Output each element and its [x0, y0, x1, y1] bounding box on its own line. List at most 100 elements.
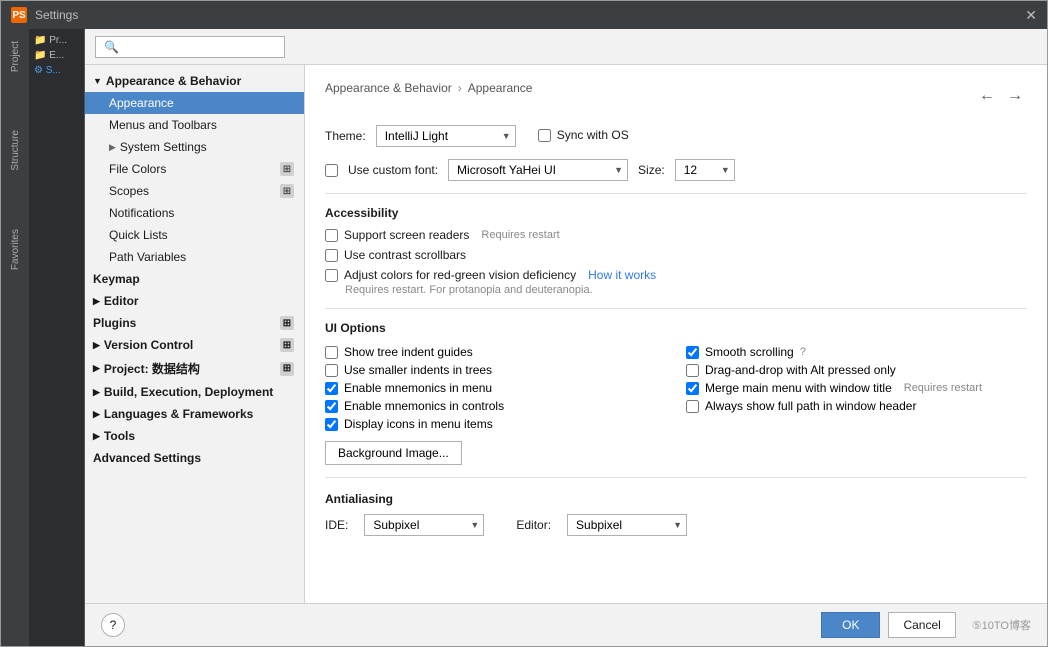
full-path-checkbox[interactable]: [686, 400, 699, 413]
sidebar-project-tab[interactable]: Project: [7, 33, 24, 80]
nav-item-menus-toolbars[interactable]: Menus and Toolbars: [85, 114, 304, 136]
nav-arrow-vc: ▶: [93, 340, 100, 351]
back-button[interactable]: ←: [975, 85, 999, 107]
ide-aa-label: IDE:: [325, 518, 348, 532]
help-button[interactable]: ?: [101, 613, 125, 637]
app-icon: PS: [11, 7, 27, 23]
file-panel: 📁 Pr... 📁 E... ⚙ S...: [29, 29, 85, 646]
sidebar-structure-tab[interactable]: Structure: [7, 122, 24, 179]
title-bar: PS Settings ✕: [1, 1, 1047, 29]
file-panel-item3[interactable]: ⚙ S...: [31, 63, 82, 78]
nav-item-version-control[interactable]: ▶ Version Control ⊞: [85, 334, 304, 356]
nav-item-appearance-behavior[interactable]: ▼ Appearance & Behavior: [85, 70, 304, 92]
nav-item-notifications[interactable]: Notifications: [85, 202, 304, 224]
nav-item-build[interactable]: ▶ Build, Execution, Deployment: [85, 381, 304, 403]
sync-os-checkbox[interactable]: [538, 129, 551, 142]
custom-font-row: Use custom font: Microsoft YaHei UI Size…: [325, 159, 1027, 181]
nav-item-path-variables[interactable]: Path Variables: [85, 246, 304, 268]
nav-arrow-build: ▶: [93, 387, 100, 398]
nav-item-languages[interactable]: ▶ Languages & Frameworks: [85, 403, 304, 425]
color-vision-checkbox[interactable]: [325, 269, 338, 282]
display-icons-row: Display icons in menu items: [325, 415, 666, 433]
mnemonics-menu-checkbox[interactable]: [325, 382, 338, 395]
file-panel-item2[interactable]: 📁 E...: [31, 48, 82, 63]
size-label: Size:: [638, 163, 665, 177]
color-vision-checkbox-row: Adjust colors for red-green vision defic…: [325, 268, 1027, 282]
ui-options-right: Smooth scrolling ? Drag-and-drop with Al…: [686, 343, 1027, 433]
mnemonics-controls-checkbox[interactable]: [325, 400, 338, 413]
nav-item-tools[interactable]: ▶ Tools: [85, 425, 304, 447]
smooth-scrolling-row: Smooth scrolling ?: [686, 343, 1027, 361]
nav-item-editor[interactable]: ▶ Editor: [85, 290, 304, 312]
smooth-scrolling-checkbox[interactable]: [686, 346, 699, 359]
nav-item-advanced-settings[interactable]: Advanced Settings: [85, 447, 304, 469]
nav-item-scopes[interactable]: Scopes ⊞: [85, 180, 304, 202]
merge-menu-checkbox[interactable]: [686, 382, 699, 395]
nav-item-system-settings[interactable]: ▶ System Settings: [85, 136, 304, 158]
nav-arrow-tools: ▶: [93, 431, 100, 442]
dialog-footer: ? OK Cancel ⑤10TO博客: [85, 603, 1047, 646]
drag-drop-checkbox[interactable]: [686, 364, 699, 377]
settings-search-input[interactable]: [95, 36, 285, 58]
smaller-indents-label: Use smaller indents in trees: [344, 363, 492, 377]
mnemonics-controls-row: Enable mnemonics in controls: [325, 397, 666, 415]
project-badge: ⊞: [280, 362, 294, 376]
contrast-scrollbars-checkbox[interactable]: [325, 249, 338, 262]
display-icons-checkbox[interactable]: [325, 418, 338, 431]
divider2: [325, 308, 1027, 309]
font-select[interactable]: Microsoft YaHei UI: [448, 159, 628, 181]
tree-indent-label: Show tree indent guides: [344, 345, 473, 359]
smooth-scrolling-help-icon[interactable]: ?: [800, 346, 806, 358]
settings-dialog: ▼ Appearance & Behavior Appearance Menus…: [85, 29, 1047, 646]
size-select[interactable]: 12 11 13 14: [675, 159, 735, 181]
ui-options-section: UI Options Show tree indent guides: [325, 321, 1027, 465]
color-vision-note: Requires restart. For protanopia and deu…: [345, 284, 1027, 296]
full-path-label: Always show full path in window header: [705, 399, 916, 413]
content-area: Project Structure Favorites 📁 Pr... 📁 E.…: [1, 29, 1047, 646]
forward-button[interactable]: →: [1003, 85, 1027, 107]
smooth-scrolling-label: Smooth scrolling: [705, 345, 794, 359]
nav-item-quick-lists[interactable]: Quick Lists: [85, 224, 304, 246]
editor-aa-select[interactable]: Subpixel Greyscale No antialiasing: [567, 514, 687, 536]
ui-options-grid: Show tree indent guides Use smaller inde…: [325, 343, 1027, 433]
background-image-button[interactable]: Background Image...: [325, 441, 462, 465]
smaller-indents-checkbox[interactable]: [325, 364, 338, 377]
screen-readers-checkbox[interactable]: [325, 229, 338, 242]
full-path-row: Always show full path in window header: [686, 397, 1027, 415]
editor-aa-select-wrapper: Subpixel Greyscale No antialiasing: [567, 514, 687, 536]
merge-menu-row: Merge main menu with window title Requir…: [686, 379, 1027, 397]
breadcrumb-row: Appearance & Behavior › Appearance ← →: [325, 81, 1027, 111]
sidebar-favorites-tab[interactable]: Favorites: [7, 221, 24, 278]
theme-select[interactable]: IntelliJ Light Darcula High Contrast: [376, 125, 516, 147]
accessibility-header: Accessibility: [325, 206, 1027, 220]
color-vision-label: Adjust colors for red-green vision defic…: [344, 268, 576, 282]
nav-item-keymap[interactable]: Keymap: [85, 268, 304, 290]
settings-search-bar: [85, 29, 1047, 65]
custom-font-checkbox[interactable]: [325, 164, 338, 177]
how-it-works-link[interactable]: How it works: [588, 268, 656, 282]
font-select-wrapper: Microsoft YaHei UI: [448, 159, 628, 181]
vc-badge: ⊞: [280, 338, 294, 352]
tree-indent-checkbox[interactable]: [325, 346, 338, 359]
antialiasing-header: Antialiasing: [325, 492, 1027, 506]
watermark-text: ⑤10TO博客: [972, 617, 1031, 633]
nav-item-appearance[interactable]: Appearance: [85, 92, 304, 114]
merge-menu-note: Requires restart: [904, 382, 982, 394]
color-vision-row: Adjust colors for red-green vision defic…: [325, 268, 1027, 296]
file-colors-badge: ⊞: [280, 162, 294, 176]
mnemonics-controls-label: Enable mnemonics in controls: [344, 399, 504, 413]
contrast-scrollbars-label: Use contrast scrollbars: [344, 248, 466, 262]
nav-arrow-editor: ▶: [93, 296, 100, 307]
nav-item-plugins[interactable]: Plugins ⊞: [85, 312, 304, 334]
plugins-badge: ⊞: [280, 316, 294, 330]
nav-item-file-colors[interactable]: File Colors ⊞: [85, 158, 304, 180]
cancel-button[interactable]: Cancel: [888, 612, 955, 638]
ide-aa-select[interactable]: Subpixel Greyscale No antialiasing: [364, 514, 484, 536]
antialiasing-fields: IDE: Subpixel Greyscale No antialiasing …: [325, 514, 1027, 536]
nav-item-project[interactable]: ▶ Project: 数据结构 ⊞: [85, 356, 304, 381]
theme-label: Theme:: [325, 129, 366, 143]
close-button[interactable]: ✕: [1025, 7, 1037, 24]
scopes-badge: ⊞: [280, 184, 294, 198]
file-panel-item[interactable]: 📁 Pr...: [31, 33, 82, 48]
ok-button[interactable]: OK: [821, 612, 880, 638]
